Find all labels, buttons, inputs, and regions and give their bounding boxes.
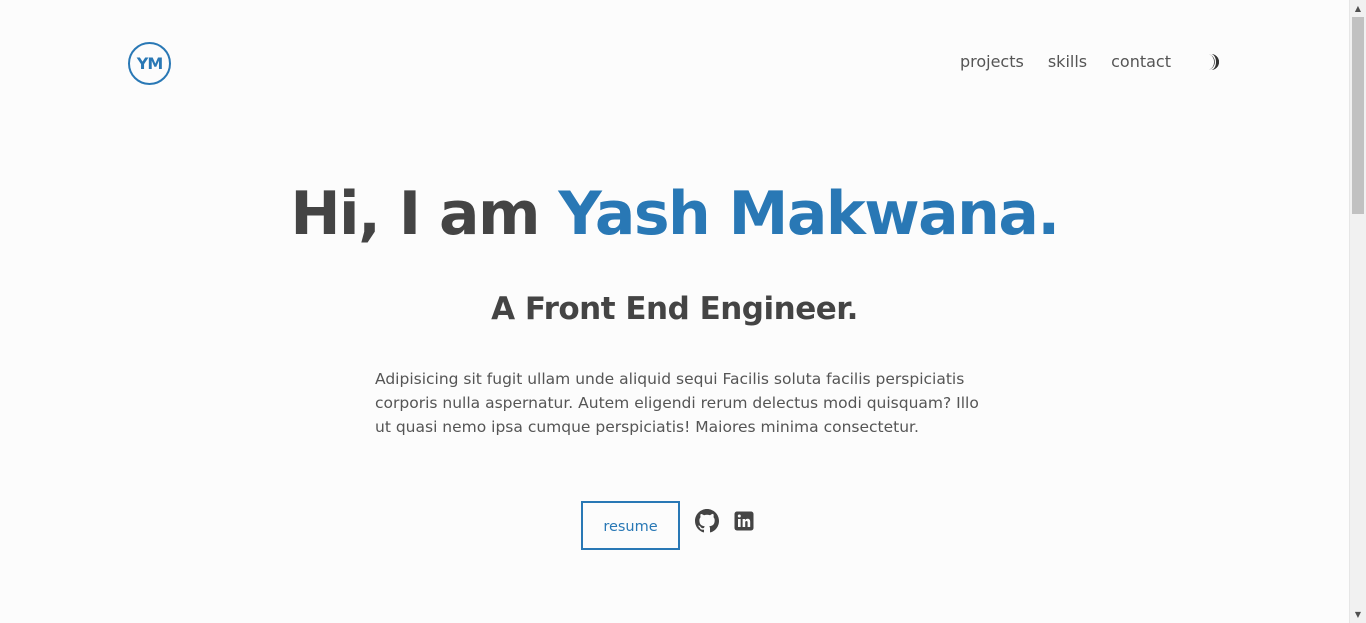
main-nav: projects skills contact (960, 51, 1221, 73)
page: YM projects skills contact Hi, I am Yash… (0, 0, 1349, 623)
hero-name: Yash Makwana. (558, 179, 1060, 249)
linkedin-icon (734, 511, 754, 530)
hero-subtitle: A Front End Engineer. (491, 291, 858, 327)
nav-link-contact[interactable]: contact (1111, 51, 1171, 73)
scroll-thumb[interactable] (1352, 17, 1364, 214)
github-icon (695, 508, 719, 532)
nav-link-projects[interactable]: projects (960, 51, 1024, 73)
logo[interactable]: YM (128, 42, 171, 85)
hero-actions: resume (581, 501, 768, 550)
hero-greeting: Hi, I am (290, 179, 559, 249)
social-links (694, 508, 768, 534)
scroll-up-arrow[interactable]: ▲ (1350, 0, 1366, 17)
github-link[interactable] (694, 508, 720, 534)
scroll-down-arrow[interactable]: ▼ (1350, 606, 1366, 623)
hero-heading: Hi, I am Yash Makwana. (0, 172, 1349, 256)
half-moon-icon (1209, 54, 1219, 70)
resume-label: resume (603, 518, 658, 535)
theme-toggle-button[interactable] (1201, 52, 1221, 72)
logo-text: YM (136, 54, 163, 73)
about-paragraph: Adipisicing sit fugit ullam unde aliquid… (375, 370, 979, 436)
linkedin-link[interactable] (731, 508, 757, 534)
vertical-scrollbar[interactable]: ▲ ▼ (1349, 0, 1366, 623)
nav-link-skills[interactable]: skills (1048, 51, 1087, 73)
resume-button[interactable]: resume (581, 501, 680, 550)
